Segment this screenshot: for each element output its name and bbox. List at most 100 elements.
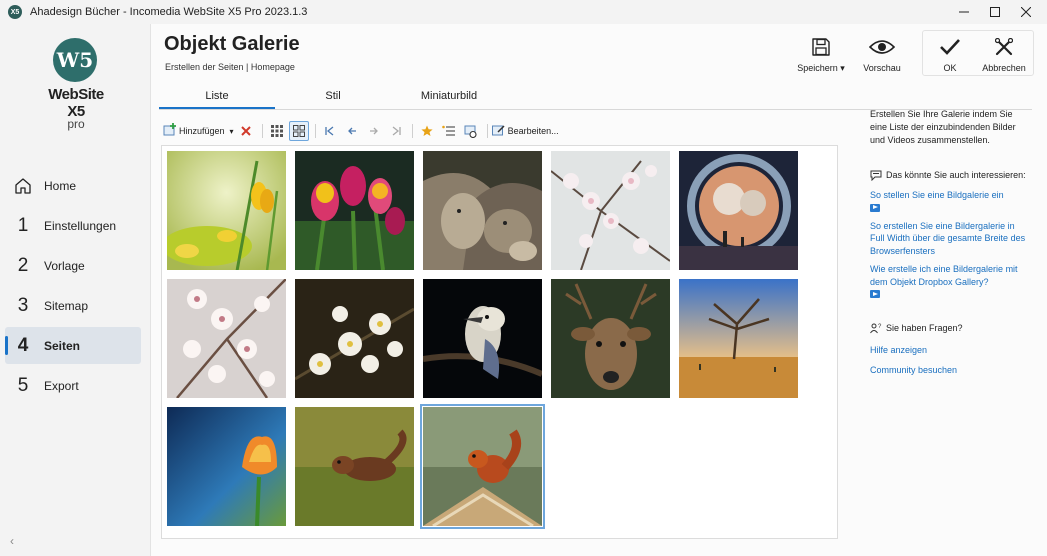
help-link-full-width[interactable]: So erstellen Sie eine Bildergalerie in F… <box>870 220 1030 258</box>
add-dropdown-icon[interactable]: ▾ <box>230 127 234 136</box>
video-icon[interactable] <box>870 290 880 298</box>
sidebar-nav: Home 1 Einstellungen 2 Vorlage 3 Sitemap… <box>5 167 141 407</box>
logo-mark: W5 <box>53 38 97 82</box>
logo-brand: WebSite X5 <box>48 86 104 120</box>
questions-header-text: Sie haben Fragen? <box>886 323 963 333</box>
sidebar-item-export[interactable]: 5 Export <box>5 367 141 404</box>
main-panel: Objekt Galerie Erstellen der Seiten | Ho… <box>150 24 1047 556</box>
active-tab-indicator <box>159 107 275 109</box>
help-panel: Erstellen Sie Ihre Galerie indem Sie ein… <box>870 108 1030 376</box>
add-icon <box>163 123 177 139</box>
step-number: 1 <box>17 214 29 236</box>
svg-text:?: ? <box>878 324 882 330</box>
step-number: 3 <box>17 294 29 316</box>
tab-bar: Liste Stil Miniaturbild <box>159 86 1032 110</box>
thumbnail-squirrel-roof[interactable] <box>420 404 545 529</box>
thumbnail-deer[interactable] <box>551 279 670 398</box>
cancel-icon <box>995 36 1013 58</box>
page-title: Objekt Galerie <box>164 33 300 55</box>
cancel-button[interactable]: Abbrechen <box>976 36 1032 76</box>
save-label: Speichern <box>797 63 838 73</box>
gallery-toolbar: Hinzufügen ▾ Bearbeiten... <box>163 121 563 141</box>
tab-stil[interactable]: Stil <box>275 90 391 102</box>
window-title: Ahadesign Bücher - Incomedia WebSite X5 … <box>30 6 308 18</box>
large-grid-view-icon[interactable] <box>267 121 287 141</box>
toolbar-separator <box>261 124 263 138</box>
app-icon: X5 <box>8 5 22 19</box>
toolbar-separator <box>314 124 316 138</box>
move-left-icon[interactable] <box>342 121 362 141</box>
help-intro: Erstellen Sie Ihre Galerie indem Sie ein… <box>870 109 1016 145</box>
edit-button[interactable]: Bearbeiten... <box>491 121 559 141</box>
help-link-bildgalerie[interactable]: So stellen Sie eine Bildgalerie ein <box>870 189 1030 202</box>
questions-header: ? Sie haben Fragen? <box>870 322 1030 334</box>
interest-header-text: Das könnte Sie auch interessieren: <box>886 170 1026 180</box>
sidebar-item-sitemap[interactable]: 3 Sitemap <box>5 287 141 324</box>
sidebar-item-seiten[interactable]: 4 Seiten <box>5 327 141 364</box>
title-bar: X5 Ahadesign Bücher - Incomedia WebSite … <box>0 0 1047 24</box>
star-icon[interactable] <box>417 121 437 141</box>
logo: W5 WebSite X5 pro <box>38 38 114 131</box>
breadcrumb: Erstellen der Seiten | Homepage <box>165 62 295 72</box>
sidebar-item-label: Home <box>44 178 77 193</box>
edit-label: Bearbeiten... <box>507 126 559 136</box>
add-button[interactable]: Hinzufügen ▾ <box>163 121 234 141</box>
help-link-community[interactable]: Community besuchen <box>870 364 1030 377</box>
step-number: 5 <box>17 374 29 396</box>
edit-icon <box>491 124 505 138</box>
save-dropdown-icon[interactable]: ▾ <box>840 63 845 73</box>
sidebar-item-einstellungen[interactable]: 1 Einstellungen <box>5 207 141 244</box>
step-number: 2 <box>17 254 29 276</box>
step-number: 4 <box>17 334 29 356</box>
chat-icon <box>870 170 882 181</box>
list-settings-icon[interactable] <box>439 121 459 141</box>
sidebar-item-label: Export <box>44 378 79 393</box>
link-image-icon[interactable] <box>461 121 481 141</box>
gallery-grid <box>161 145 838 539</box>
help-link-dropbox[interactable]: Wie erstelle ich eine Bildergalerie mit … <box>870 263 1030 288</box>
sidebar-item-label: Einstellungen <box>44 218 117 233</box>
cancel-label: Abbrechen <box>982 63 1026 73</box>
move-first-icon[interactable] <box>320 121 340 141</box>
thumbnail-tulips[interactable] <box>295 151 414 271</box>
thumbnail-kookaburra[interactable] <box>422 279 544 398</box>
thumbnail-blossom-branch[interactable] <box>550 151 671 271</box>
thumbnail-white-blossoms[interactable] <box>294 279 415 398</box>
video-icon[interactable] <box>870 203 880 212</box>
save-icon <box>811 36 831 58</box>
small-grid-view-icon[interactable] <box>288 121 309 141</box>
sidebar-item-label: Seiten <box>44 338 81 353</box>
thumbnail-cherry-blossoms[interactable] <box>167 278 287 399</box>
home-icon <box>5 177 41 195</box>
thumbnail-savanna[interactable] <box>679 279 798 398</box>
interest-header: Das könnte Sie auch interessieren: <box>870 169 1030 181</box>
active-indicator <box>5 336 8 355</box>
thumbnail-wolves[interactable] <box>423 151 542 270</box>
tab-miniaturbild[interactable]: Miniaturbild <box>391 90 507 102</box>
move-last-icon[interactable] <box>386 121 406 141</box>
toolbar-separator <box>486 124 488 138</box>
move-right-icon[interactable] <box>364 121 384 141</box>
preview-button[interactable]: Vorschau <box>854 36 910 76</box>
sidebar-item-label: Sitemap <box>44 298 89 313</box>
thumbnail-orange-flower[interactable] <box>167 407 286 527</box>
thumbnail-portal[interactable] <box>679 151 798 270</box>
add-label: Hinzufügen <box>179 126 225 136</box>
people-question-icon: ? <box>870 323 882 334</box>
ok-label: OK <box>943 63 957 73</box>
sidebar-item-vorlage[interactable]: 2 Vorlage <box>5 247 141 284</box>
eye-icon <box>869 36 895 58</box>
help-link-show-help[interactable]: Hilfe anzeigen <box>870 344 1030 357</box>
save-button[interactable]: Speichern ▾ <box>793 36 849 76</box>
sidebar-item-home[interactable]: Home <box>5 167 141 204</box>
checkmark-icon <box>939 36 961 58</box>
delete-icon[interactable] <box>236 121 256 141</box>
tab-liste[interactable]: Liste <box>159 90 275 102</box>
ok-button[interactable]: OK <box>922 36 978 76</box>
thumbnail-crocus[interactable] <box>162 151 286 272</box>
thumbnail-squirrel-grass[interactable] <box>295 407 414 526</box>
preview-label: Vorschau <box>863 63 901 73</box>
close-icon[interactable] <box>1003 0 1047 24</box>
logo-edition: pro <box>67 117 85 131</box>
collapse-sidebar-icon[interactable]: ‹ <box>10 534 14 548</box>
